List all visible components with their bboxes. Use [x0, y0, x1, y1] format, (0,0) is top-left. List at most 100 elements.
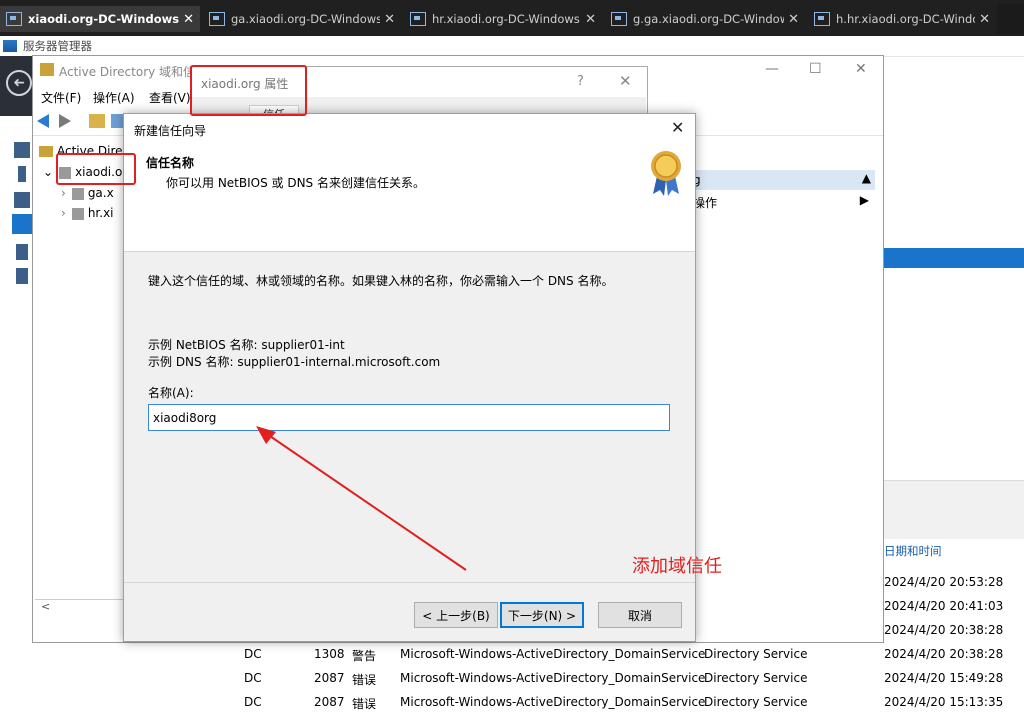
vm-tab-hr[interactable]: hr.xiaodi.org-DC-Windows Ser... ✕ [404, 6, 602, 32]
menu-file[interactable]: 文件(F) [41, 89, 81, 106]
maximize-button[interactable]: ☐ [809, 61, 822, 77]
table-row[interactable]: DC 2087 错误 Microsoft-Windows-ActiveDirector… [232, 671, 1024, 693]
table-row[interactable]: DC 1308 警告 Microsoft-Windows-ActiveDirector… [232, 647, 1024, 669]
server-manager-title: 服务器管理器 [23, 39, 92, 53]
next-button[interactable]: 下一步(N) > [500, 602, 584, 628]
collapse-icon[interactable]: ▲ [862, 171, 871, 185]
server-manager-sidebar [0, 116, 36, 702]
table-cell-level: 错误 [352, 697, 377, 711]
table-cell-id: 2087 [314, 695, 345, 709]
vm-tab-bar: xiaodi.org-DC-Windows Se... ✕ ga.xiaodi.… [0, 0, 1024, 36]
close-icon[interactable]: ✕ [979, 12, 990, 27]
table-cell-id: 2087 [314, 671, 345, 685]
scroll-left-icon[interactable]: < [41, 600, 50, 613]
tab-label: h.hr.xiaodi.org-DC-Windows S... [836, 12, 975, 26]
table-cell-source: DC [244, 671, 262, 685]
table-cell-datetime: 2024/4/20 20:38:28 [884, 623, 1004, 637]
vm-tab-h-hr[interactable]: h.hr.xiaodi.org-DC-Windows S... ✕ [808, 6, 996, 32]
example-dns: 示例 DNS 名称: supplier01-internal.microsoft… [148, 355, 441, 369]
wizard-titlebar: 新建信任向导 ✕ [124, 114, 695, 144]
vm-tab-xiaodi[interactable]: xiaodi.org-DC-Windows Se... ✕ [0, 6, 200, 32]
table-cell-level: 警告 [352, 649, 377, 663]
tree-item-hr[interactable]: › hr.xi [61, 206, 114, 220]
tree-item-label: hr.xi [87, 206, 114, 220]
local-server-icon[interactable] [18, 166, 26, 182]
example-netbios: 示例 NetBIOS 名称: supplier01-int [148, 338, 345, 352]
tab-bar-overflow [997, 4, 1024, 34]
table-cell-provider: Microsoft-Windows-ActiveDirectory_Domain… [400, 647, 706, 661]
server-manager-titlebar: 服务器管理器 [0, 36, 1024, 57]
table-cell-category: Directory Service [704, 695, 808, 709]
table-cell-id: 1308 [314, 647, 345, 661]
tab-label: ga.xiaodi.org-DC-Windows Ser... [231, 12, 381, 26]
annotation-box-properties [190, 65, 307, 116]
name-label: 名称(A): [148, 386, 194, 400]
ad-ds-icon[interactable] [12, 214, 32, 234]
column-header-datetime[interactable]: 日期和时间 [884, 543, 1024, 561]
annotation-box-domain [56, 153, 136, 185]
tree-item-label: ga.x [87, 186, 114, 200]
folder-icon[interactable] [89, 114, 105, 128]
file-services-icon[interactable] [16, 268, 28, 284]
close-icon[interactable]: ✕ [183, 12, 194, 27]
menu-view[interactable]: 查看(V) [149, 89, 191, 106]
table-cell-source: DC [244, 695, 262, 709]
table-cell-source: DC [244, 647, 262, 661]
tab-label: g.ga.xiaodi.org-DC-Windows S... [633, 12, 785, 26]
close-icon[interactable]: ✕ [384, 12, 395, 27]
wizard-footer: < 上一步(B) 下一步(N) > 取消 [124, 582, 695, 642]
help-icon[interactable]: ? [577, 74, 584, 89]
actions-more-label: 操作 [693, 196, 718, 210]
vm-tab-ga[interactable]: ga.xiaodi.org-DC-Windows Ser... ✕ [203, 6, 401, 32]
back-arrow-icon[interactable]: ➜ [6, 70, 32, 96]
submenu-arrow-icon: ▶ [859, 193, 869, 207]
domain-icon [71, 187, 84, 200]
table-cell-category: Directory Service [704, 647, 808, 661]
table-cell-datetime: 2024/4/20 20:53:28 [884, 575, 1004, 589]
nav-forward-icon[interactable] [59, 114, 71, 128]
menu-action[interactable]: 操作(A) [93, 89, 135, 106]
tree-item-ga[interactable]: › ga.x [61, 186, 114, 200]
tab-vm-icon [209, 12, 225, 26]
wizard-heading: 信任名称 [146, 156, 195, 170]
dns-icon[interactable] [16, 244, 28, 260]
table-cell-datetime: 2024/4/20 20:41:03 [884, 599, 1004, 613]
table-cell-datetime: 2024/4/20 15:13:35 [884, 695, 1004, 709]
tab-vm-icon [814, 12, 830, 26]
annotation-label: 添加域信任 [632, 556, 722, 577]
minimize-button[interactable]: — [765, 61, 779, 77]
selected-row-highlight [884, 248, 1024, 268]
wizard-instruction: 键入这个信任的域、林或领域的名称。如果键入林的名称，你必需输入一个 DNS 名称… [148, 274, 614, 288]
tab-vm-icon [6, 12, 22, 26]
close-icon[interactable]: ✕ [788, 12, 799, 27]
cancel-button[interactable]: 取消 [598, 602, 682, 628]
table-cell-level: 错误 [352, 673, 377, 687]
actions-pane-header[interactable]: g ▲ [691, 170, 875, 190]
table-cell-datetime: 2024/4/20 15:49:28 [884, 671, 1004, 685]
table-cell-provider: Microsoft-Windows-ActiveDirectory_Domain… [400, 671, 706, 685]
close-window-button[interactable]: ✕ [855, 61, 867, 77]
dashboard-icon[interactable] [14, 142, 30, 158]
nav-back-icon[interactable] [37, 114, 49, 128]
vm-tab-g-ga[interactable]: g.ga.xiaodi.org-DC-Windows S... ✕ [605, 6, 805, 32]
table-cell-provider: Microsoft-Windows-ActiveDirectory_Domain… [400, 695, 706, 709]
back-button[interactable]: < 上一步(B) [414, 602, 498, 628]
tab-vm-icon [410, 12, 426, 26]
server-manager-icon [3, 40, 17, 52]
tab-label: xiaodi.org-DC-Windows Se... [28, 12, 180, 26]
close-icon[interactable]: ✕ [585, 12, 596, 27]
actions-more-item[interactable]: 操作 ▶ [691, 192, 875, 210]
annotation-arrow [256, 426, 467, 571]
close-icon[interactable]: ✕ [619, 72, 632, 90]
wizard-title: 新建信任向导 [134, 124, 207, 138]
tree-horizontal-scrollbar[interactable]: < [35, 599, 125, 614]
all-servers-icon[interactable] [14, 192, 30, 208]
certificate-medal-icon [651, 151, 681, 196]
table-row[interactable]: DC 2087 错误 Microsoft-Windows-ActiveDirector… [232, 695, 1024, 717]
events-panel-header [884, 480, 1024, 539]
close-icon[interactable]: ✕ [671, 118, 684, 137]
tab-vm-icon [611, 12, 627, 26]
wizard-subheading: 你可以用 NetBIOS 或 DNS 名来创建信任关系。 [166, 176, 425, 190]
domain-icon [39, 146, 53, 157]
ad-window-title: Active Directory 域和信任 [59, 65, 208, 79]
